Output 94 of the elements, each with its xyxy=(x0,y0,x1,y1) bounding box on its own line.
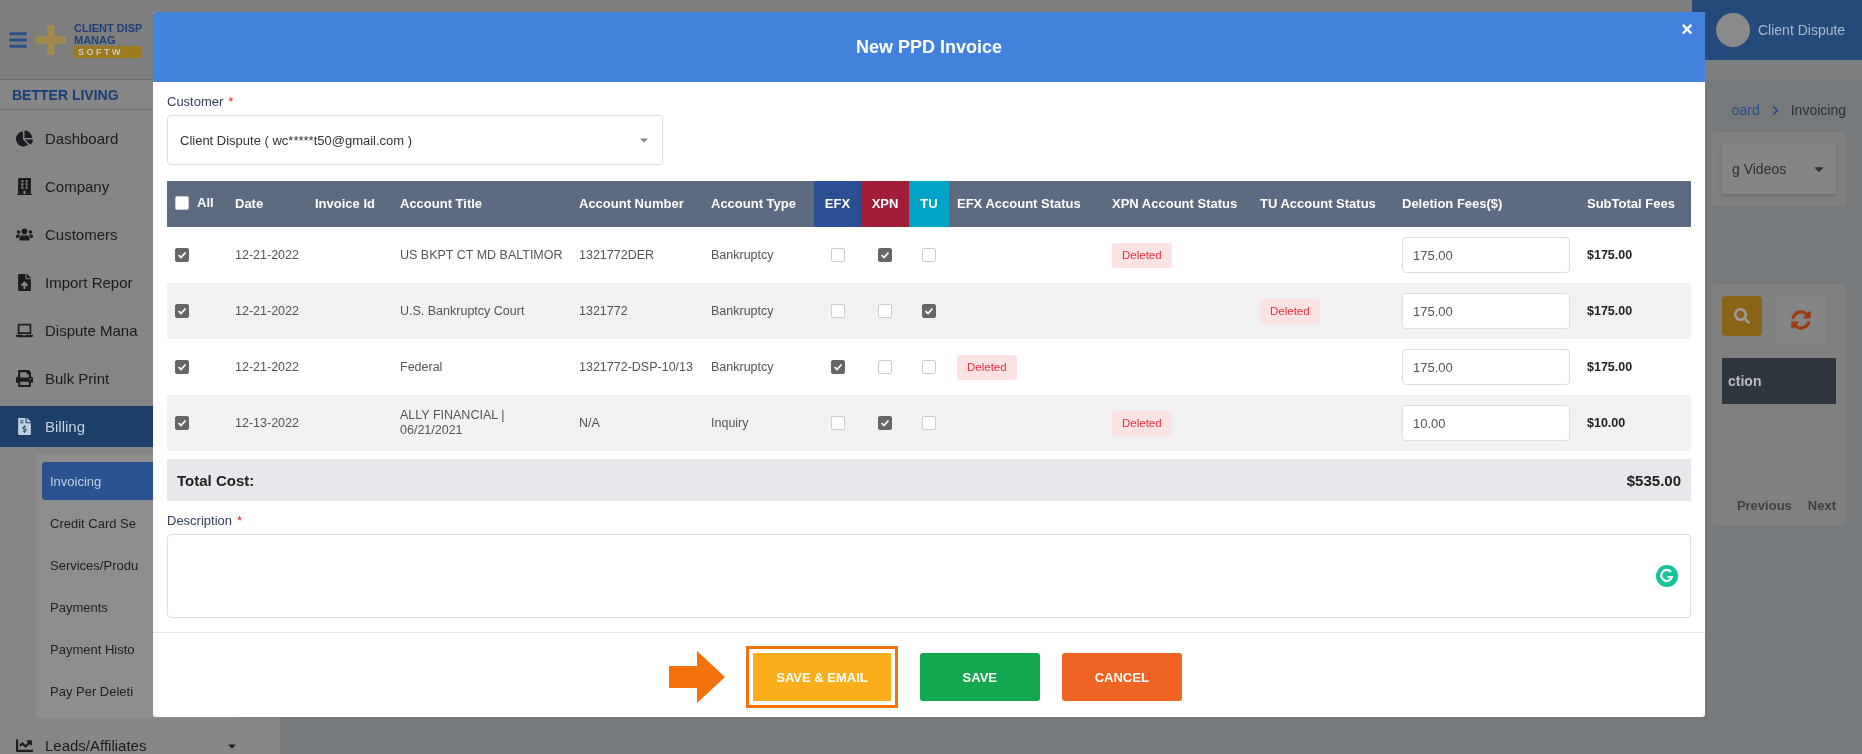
logo-text: S O F T W xyxy=(74,45,143,58)
save-button[interactable]: SAVE xyxy=(919,653,1040,701)
file-upload-icon xyxy=(16,274,33,291)
status-badge: Deleted xyxy=(1260,298,1320,324)
sidebar-item[interactable]: Leads/Affiliates xyxy=(0,725,254,754)
checkmark-icon xyxy=(177,362,187,373)
field-label: Customer xyxy=(167,94,224,109)
customer-select[interactable]: Client Dispute ( wc*****t50@gmail.com ) xyxy=(167,115,663,165)
table-cell: 1321772-DSP-10/13 xyxy=(579,359,693,374)
table-cell: Bankruptcy xyxy=(711,359,774,374)
checkbox[interactable] xyxy=(175,248,189,263)
total-value: $535.00 xyxy=(1626,471,1681,489)
required-mark: * xyxy=(228,94,234,109)
fee-input[interactable]: 175.00 xyxy=(1402,237,1570,273)
column-header: Account Type xyxy=(703,181,814,227)
table-cell: ALLY FINANCIAL | 06/21/2021 xyxy=(400,408,505,437)
building-icon xyxy=(16,178,33,195)
required-mark: * xyxy=(237,513,243,528)
logo-icon xyxy=(36,24,66,55)
table-cell: U.S. Bankruptcy Court xyxy=(400,303,525,318)
fee-input[interactable]: 175.00 xyxy=(1402,349,1570,385)
table-cell: Federal xyxy=(400,359,443,374)
checkmark-icon xyxy=(880,250,890,261)
logo-text: MANAG xyxy=(74,33,117,46)
table-cell: 1321772 xyxy=(579,303,628,318)
refresh-button[interactable] xyxy=(1776,296,1826,344)
column-header: XPN xyxy=(861,181,909,227)
column-header: XPN Account Status xyxy=(1104,181,1252,227)
refresh-icon xyxy=(1791,310,1811,330)
checkbox[interactable] xyxy=(175,304,189,319)
column-header: TU xyxy=(909,181,949,227)
checkmark-icon xyxy=(924,306,934,317)
column-header: Account Number xyxy=(571,181,703,227)
column-header: Date xyxy=(227,181,307,227)
table-cell: Bankruptcy xyxy=(711,247,774,262)
checkmark-icon xyxy=(832,362,843,373)
cancel-button[interactable]: CANCEL xyxy=(1061,653,1182,701)
laptop-icon xyxy=(16,322,33,339)
table-cell: 1321772DER xyxy=(579,247,655,262)
table-cell: $175.00 xyxy=(1587,247,1633,262)
checkbox[interactable] xyxy=(175,416,189,431)
table-header: ction xyxy=(1722,358,1836,404)
column-header: Deletion Fees($) xyxy=(1394,181,1579,227)
sidebar-item[interactable]: Import Repor xyxy=(0,262,254,303)
status-badge: Deleted xyxy=(957,354,1017,380)
breadcrumb-current: Invoicing xyxy=(1790,102,1846,118)
checkbox[interactable] xyxy=(922,304,936,319)
search-icon xyxy=(1734,308,1750,324)
pointer-arrow-icon xyxy=(669,651,726,703)
checkmark-icon xyxy=(880,418,890,429)
checkbox[interactable] xyxy=(878,248,892,263)
status-badge: Deleted xyxy=(1112,242,1172,268)
table-cell: $10.00 xyxy=(1587,415,1626,430)
checkmark-icon xyxy=(177,250,187,261)
menu-icon[interactable] xyxy=(8,29,28,50)
table-cell: US BKPT CT MD BALTIMOR xyxy=(400,247,563,262)
printer-icon xyxy=(16,370,33,387)
column-header: Account Title xyxy=(392,181,571,227)
user-menu[interactable]: Client Dispute xyxy=(1692,0,1862,60)
column-header: TU Account Status xyxy=(1252,181,1394,227)
fee-input[interactable]: 175.00 xyxy=(1402,293,1570,329)
search-button[interactable] xyxy=(1722,296,1762,336)
column-header: EFX xyxy=(814,181,861,227)
field-label: Description xyxy=(167,513,233,528)
dialog-title: New PPD Invoice xyxy=(855,36,1003,58)
column-header: All xyxy=(197,195,214,210)
logo-text: CLIENT DISP xyxy=(74,21,143,34)
checkmark-icon xyxy=(177,306,187,317)
pager-link[interactable]: Next xyxy=(1807,498,1836,513)
status-badge: Deleted xyxy=(1112,410,1172,436)
checkmark-icon xyxy=(177,418,187,429)
table-cell: $175.00 xyxy=(1587,359,1633,374)
table-cell: 12-21-2022 xyxy=(235,247,299,262)
checkbox[interactable] xyxy=(175,360,189,375)
description-field[interactable] xyxy=(167,534,1691,618)
table-cell: Inquiry xyxy=(711,415,749,430)
column-header: Invoice Id xyxy=(307,181,392,227)
table-cell: Bankruptcy xyxy=(711,303,774,318)
table-cell: 12-21-2022 xyxy=(235,303,299,318)
checkbox[interactable] xyxy=(830,360,845,375)
checkbox[interactable] xyxy=(878,416,892,431)
invoice-icon xyxy=(16,418,33,435)
table-cell: N/A xyxy=(579,415,600,430)
table-cell: 12-21-2022 xyxy=(235,359,299,374)
column-header: SubTotal Fees xyxy=(1579,181,1691,227)
table-cell: $175.00 xyxy=(1587,303,1633,318)
pager-link[interactable]: Previous xyxy=(1736,498,1792,513)
fee-input[interactable]: 10.00 xyxy=(1402,405,1570,441)
grammar-assistant-icon[interactable] xyxy=(1656,565,1678,587)
column-header: EFX Account Status xyxy=(949,181,1104,227)
users-icon xyxy=(16,226,33,243)
line-chart-icon xyxy=(16,737,33,754)
pie-chart-icon xyxy=(16,130,33,147)
video-select[interactable]: g Videos xyxy=(1722,144,1836,194)
